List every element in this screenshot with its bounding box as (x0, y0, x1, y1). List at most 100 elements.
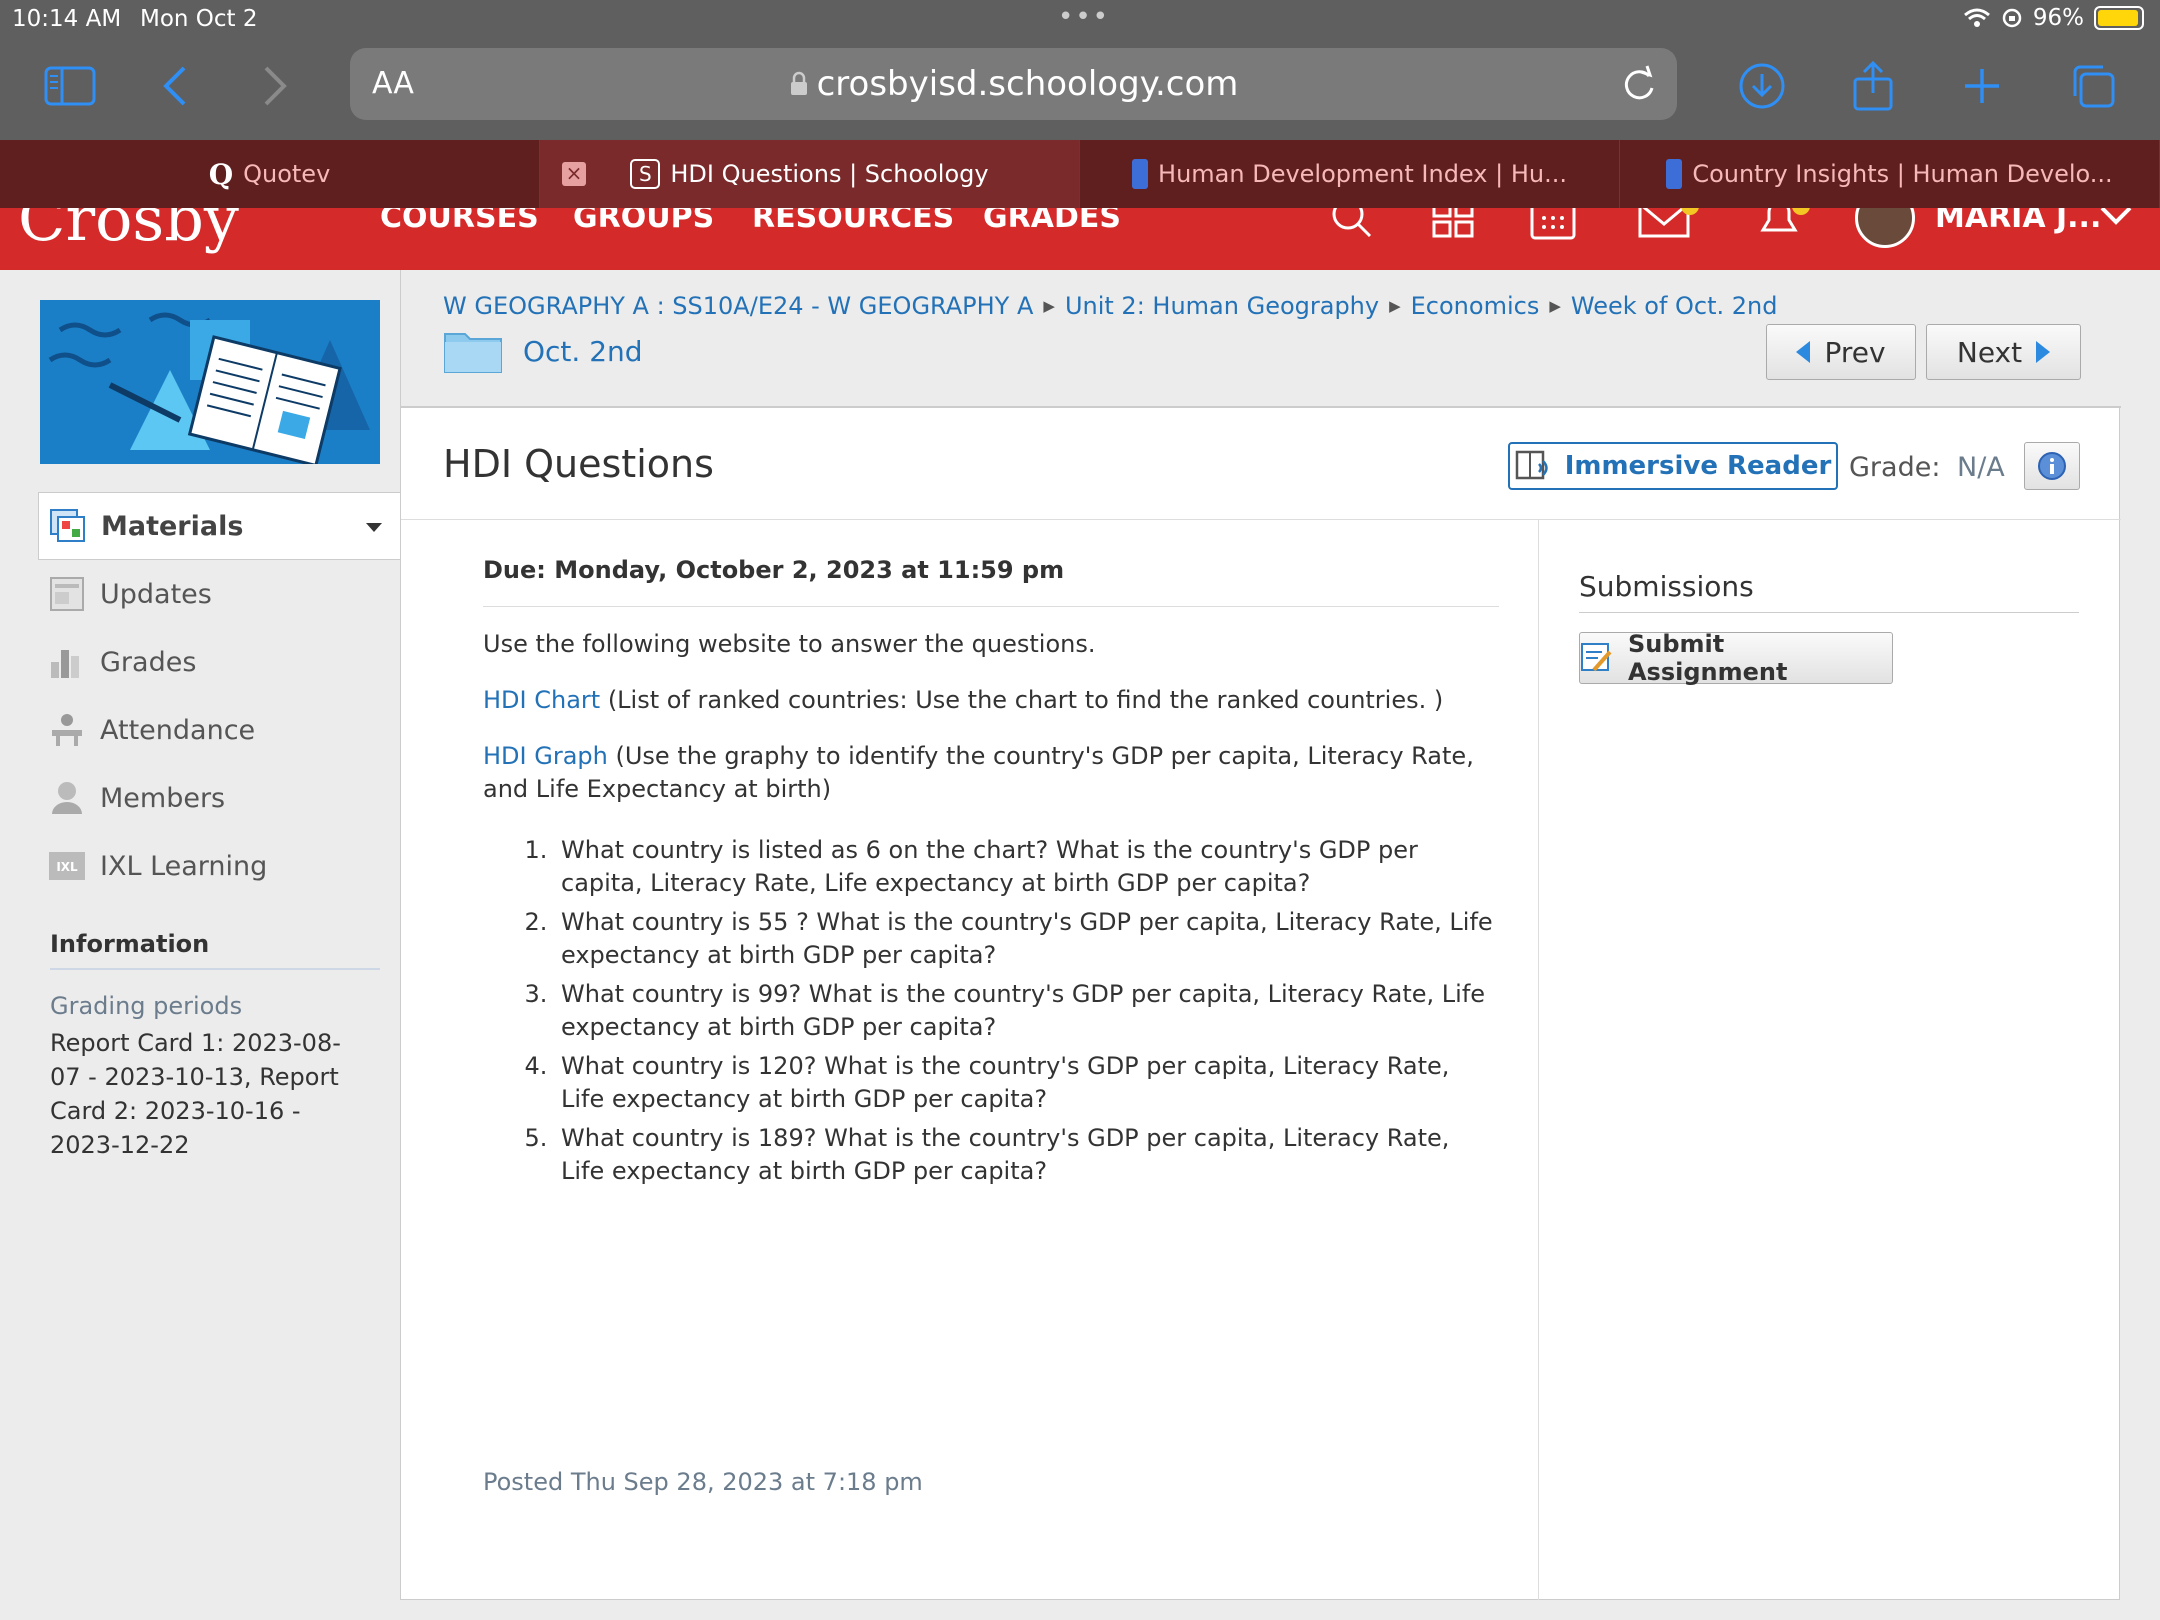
submissions-panel: Submissions Submit Assignment (1539, 520, 2121, 1600)
question-item: What country is 55 ? What is the country… (555, 906, 1499, 972)
share-icon[interactable] (1843, 56, 1903, 116)
notifications-icon[interactable] (1755, 208, 1817, 240)
svg-text:IXL: IXL (56, 860, 78, 874)
search-icon[interactable] (1330, 208, 1374, 240)
caret-down-icon[interactable] (366, 523, 382, 532)
address-bar[interactable]: AA crosbyisd.schoology.com (350, 48, 1677, 120)
graph-paragraph: HDI Graph (Use the graphy to identify th… (483, 740, 1499, 806)
attendance-icon (48, 711, 86, 749)
lock-icon (790, 71, 807, 95)
forward-icon[interactable] (245, 56, 305, 116)
course-banner-image (40, 300, 380, 464)
tabs-overview-icon[interactable] (2063, 56, 2123, 116)
sidebar-item-grades[interactable]: Grades (38, 628, 400, 696)
user-name[interactable]: MARIA J... (1935, 208, 2101, 235)
submit-assignment-button[interactable]: Submit Assignment (1579, 630, 1893, 686)
breadcrumb-week[interactable]: Week of Oct. 2nd (1571, 292, 1778, 320)
nav-groups[interactable]: GROUPS (573, 208, 714, 235)
question-item: What country is 120? What is the country… (555, 1050, 1499, 1116)
orientation-lock-icon (2002, 8, 2022, 28)
close-tab-icon[interactable]: × (562, 162, 586, 186)
grade-info-button[interactable] (2024, 442, 2080, 490)
reload-icon[interactable] (1619, 62, 1659, 106)
course-sidebar: Materials Updates Grades Attendance Memb… (0, 270, 400, 1620)
divider (1579, 612, 2079, 613)
members-icon (48, 779, 86, 817)
folder-title[interactable]: Oct. 2nd (523, 335, 643, 368)
question-item: What country is listed as 6 on the chart… (555, 834, 1499, 900)
prev-label: Prev (1824, 335, 1886, 369)
tab-quotev[interactable]: Q Quotev (0, 140, 540, 208)
grading-periods-label: Grading periods (50, 992, 243, 1020)
tab-hdi-questions[interactable]: × S HDI Questions | Schoology (540, 140, 1080, 208)
submit-assignment-label: Submit Assignment (1627, 630, 1788, 686)
sidebar-item-members[interactable]: Members (38, 764, 400, 832)
prev-button[interactable]: Prev (1766, 324, 1916, 380)
sidebar-item-label: Updates (100, 578, 212, 610)
divider (50, 968, 380, 970)
sidebar-toggle-icon[interactable] (40, 56, 100, 116)
messages-icon[interactable] (1638, 208, 1700, 240)
battery-level (2098, 10, 2139, 26)
due-date: Due: Monday, October 2, 2023 at 11:59 pm (483, 556, 1065, 584)
site-header: Crosby COURSES GROUPS RESOURCES GRADES M… (0, 208, 2160, 270)
hdi-chart-link[interactable]: HDI Chart (483, 686, 600, 714)
url-text: crosbyisd.schoology.com (816, 64, 1239, 104)
un-favicon-icon (1666, 159, 1683, 189)
updates-icon (48, 575, 86, 613)
apps-grid-icon[interactable] (1432, 208, 1474, 240)
status-time: 10:14 AM (12, 6, 122, 32)
tab-bar: Q Quotev × S HDI Questions | Schoology H… (0, 140, 2160, 208)
sidebar-item-ixl-learning[interactable]: IXL IXL Learning (38, 832, 400, 900)
submissions-heading: Submissions (1579, 570, 1754, 603)
folder-row: Oct. 2nd (443, 328, 643, 374)
status-date: Mon Oct 2 (140, 6, 258, 32)
wifi-icon (1963, 8, 1990, 27)
sidebar-item-materials[interactable]: Materials (38, 492, 400, 560)
hdi-graph-link[interactable]: HDI Graph (483, 742, 608, 770)
sidebar-item-label: Materials (101, 510, 244, 542)
breadcrumb-unit[interactable]: Unit 2: Human Geography (1065, 292, 1379, 320)
grades-icon (48, 643, 86, 681)
course-menu: Materials Updates Grades Attendance Memb… (38, 492, 400, 900)
question-list: What country is listed as 6 on the chart… (483, 834, 1499, 1188)
immersive-reader-button[interactable]: Immersive Reader (1508, 442, 1838, 490)
arrow-right-icon (2036, 341, 2051, 363)
sidebar-item-attendance[interactable]: Attendance (38, 696, 400, 764)
submit-icon (1580, 643, 1612, 672)
next-button[interactable]: Next (1926, 324, 2081, 380)
sidebar-item-updates[interactable]: Updates (38, 560, 400, 628)
question-item: What country is 189? What is the country… (555, 1122, 1499, 1188)
back-icon[interactable] (145, 56, 205, 116)
immersive-reader-label: Immersive Reader (1564, 451, 1832, 481)
new-tab-icon[interactable] (1952, 56, 2012, 116)
immersive-reader-icon (1515, 450, 1548, 480)
sidebar-item-label: IXL Learning (100, 850, 268, 882)
nav-grades[interactable]: GRADES (983, 208, 1121, 235)
calendar-icon[interactable] (1530, 208, 1576, 242)
nav-resources[interactable]: RESOURCES (752, 208, 954, 235)
information-heading: Information (50, 930, 210, 958)
intro-text: Use the following website to answer the … (483, 630, 1096, 658)
folder-icon (444, 333, 502, 373)
chart-description: (List of ranked countries: Use the chart… (600, 686, 1444, 714)
user-avatar[interactable] (1855, 208, 1915, 248)
breadcrumb-economics[interactable]: Economics (1411, 292, 1540, 320)
nav-courses[interactable]: COURSES (380, 208, 539, 235)
tab-human-development-index[interactable]: Human Development Index | Hu... (1080, 140, 1620, 208)
breadcrumb-separator-icon: ▶ (1043, 297, 1055, 315)
assignment-title-bar: HDI Questions Immersive Reader Grade: N/… (401, 408, 2121, 520)
page-body: Materials Updates Grades Attendance Memb… (0, 270, 2160, 1620)
breadcrumb-course[interactable]: W GEOGRAPHY A : SS10A/E24 - W GEOGRAPHY … (443, 292, 1033, 320)
breadcrumb: W GEOGRAPHY A : SS10A/E24 - W GEOGRAPHY … (443, 292, 1778, 320)
crosby-logo[interactable]: Crosby (18, 208, 239, 255)
multitask-dots[interactable]: ••• (1058, 2, 1110, 32)
chart-paragraph: HDI Chart (List of ranked countries: Use… (483, 684, 1499, 717)
breadcrumb-separator-icon: ▶ (1389, 297, 1401, 315)
status-indicators: 96% (1963, 5, 2144, 31)
status-bar: 10:14 AM Mon Oct 2 ••• 96% (0, 0, 2160, 40)
tab-country-insights[interactable]: Country Insights | Human Develo... (1620, 140, 2160, 208)
downloads-icon[interactable] (1732, 56, 1792, 116)
battery-percent: 96% (2032, 5, 2084, 31)
chevron-down-icon[interactable] (2098, 208, 2134, 230)
